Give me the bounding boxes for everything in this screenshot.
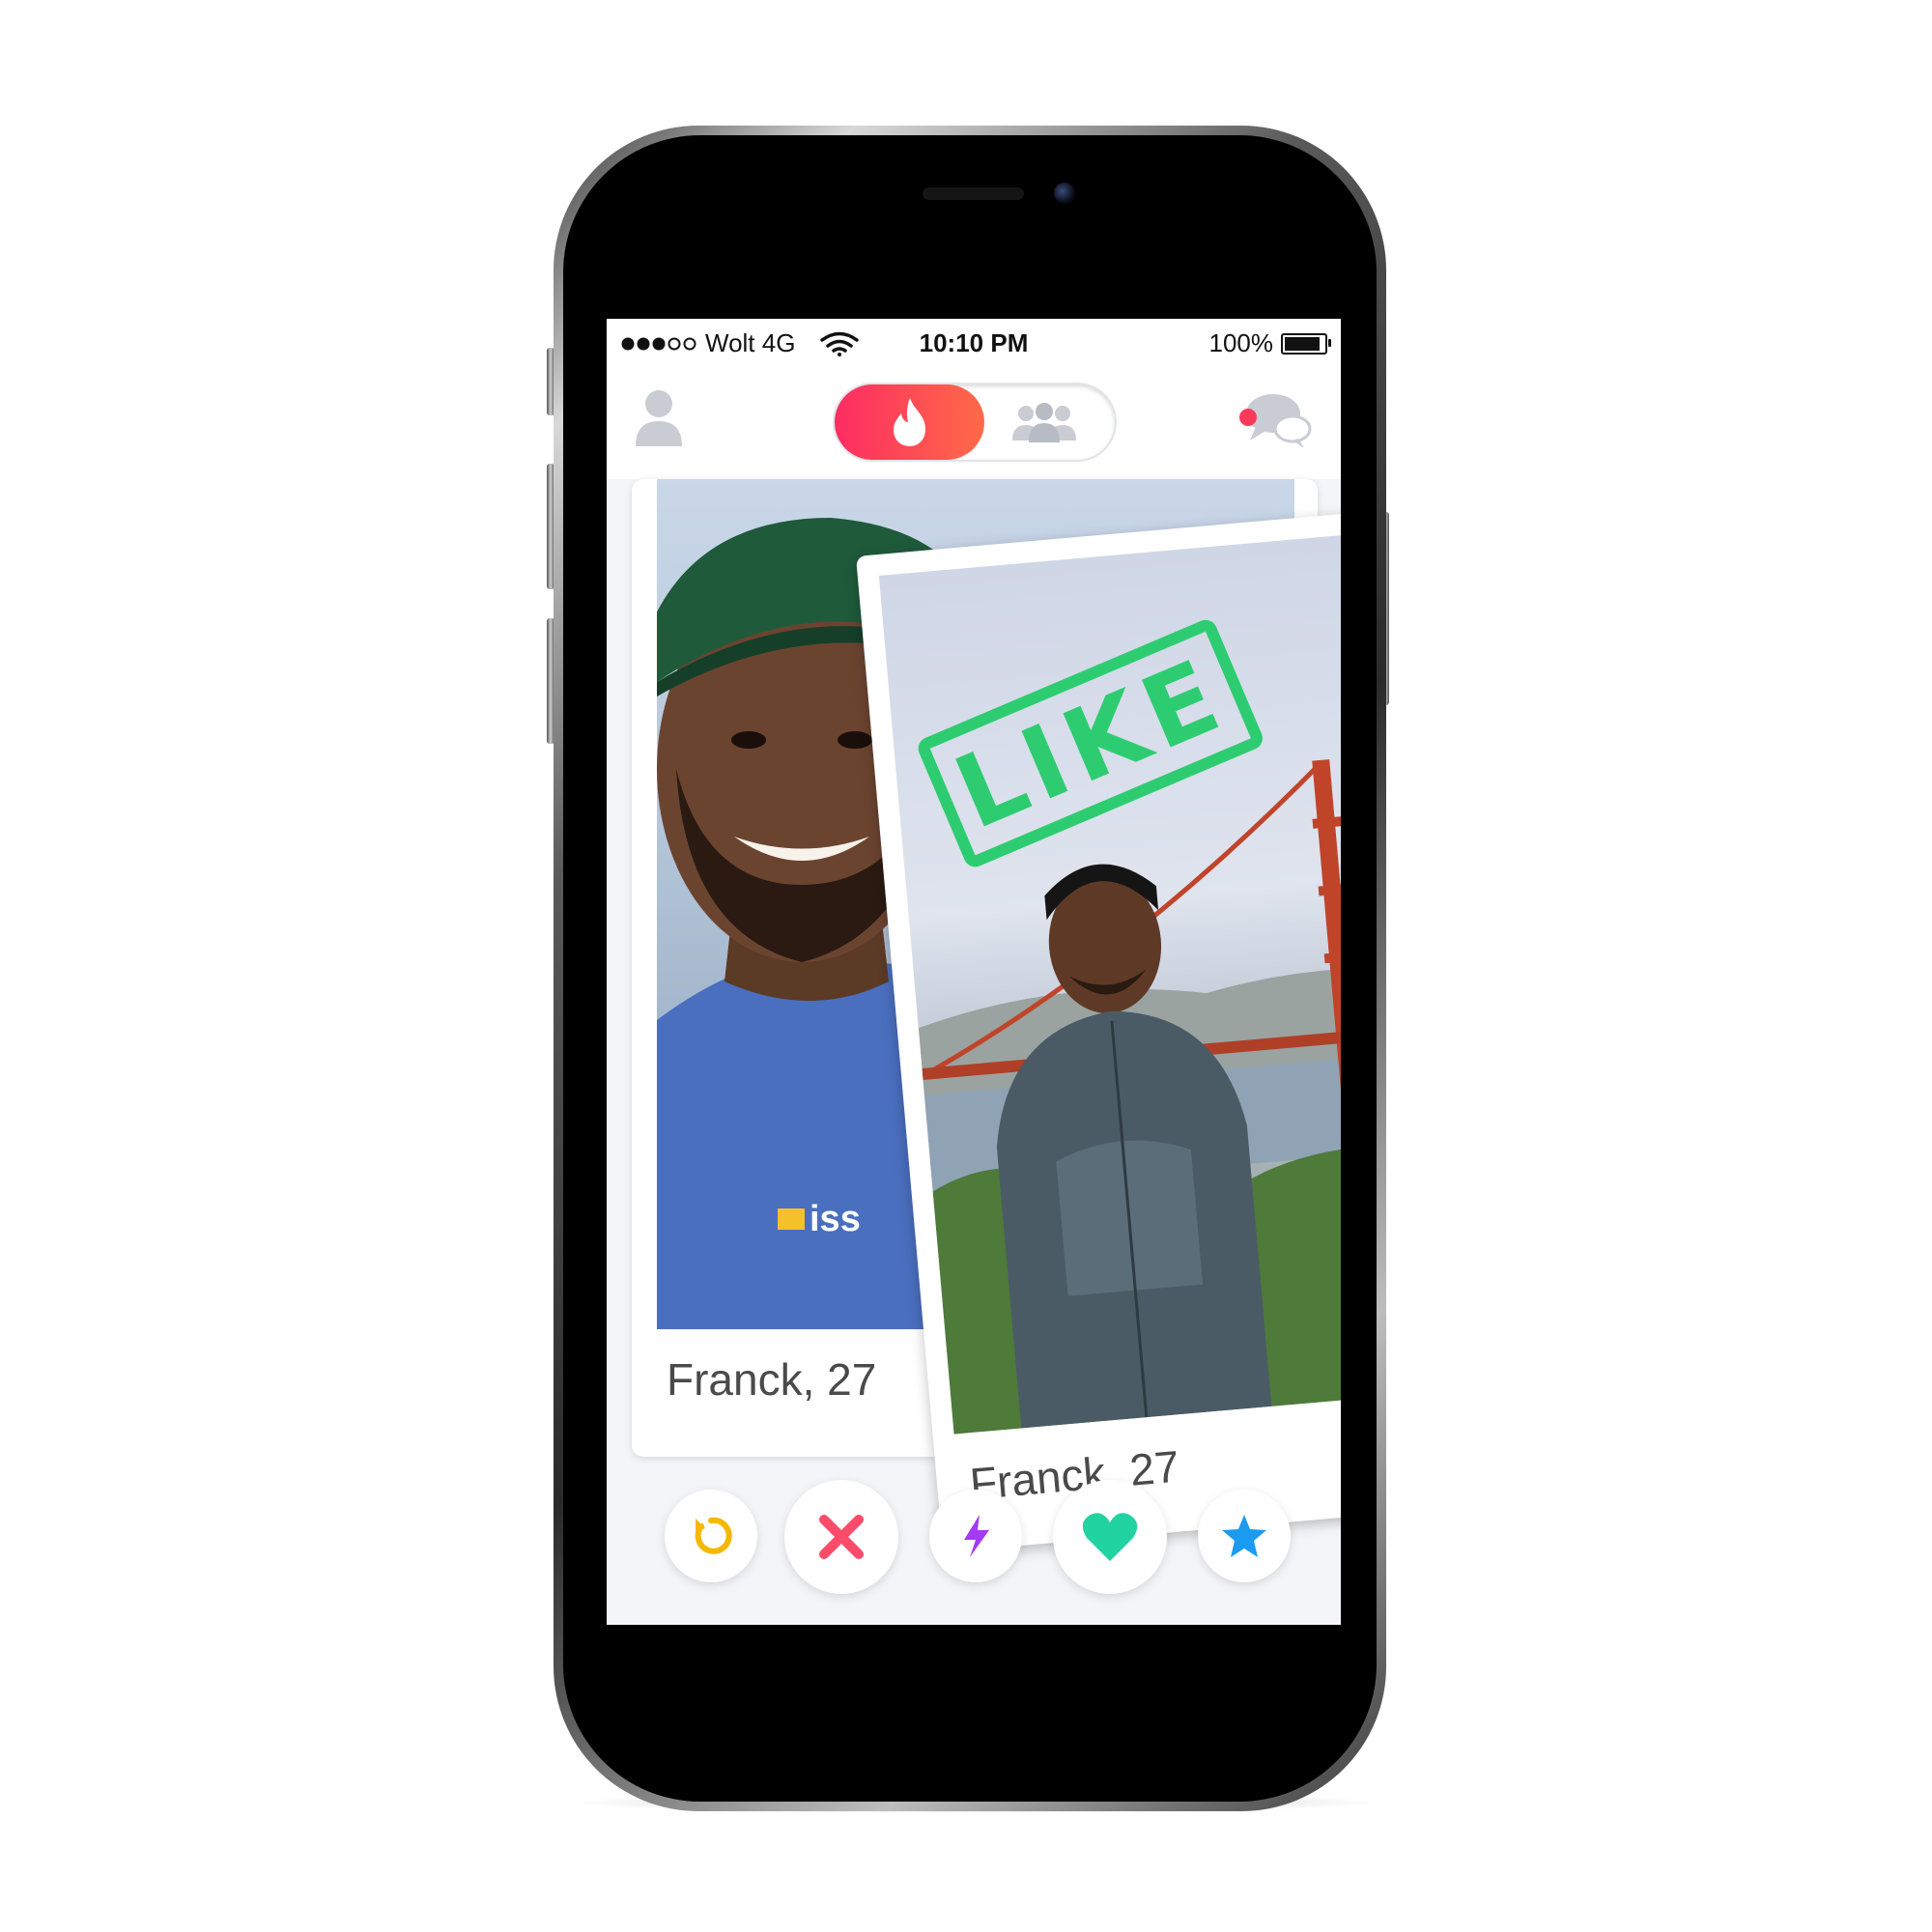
nope-button[interactable] bbox=[784, 1480, 898, 1594]
social-group-icon[interactable] bbox=[1010, 402, 1078, 442]
flame-icon bbox=[894, 398, 925, 446]
like-button[interactable] bbox=[1053, 1480, 1167, 1594]
profile-card-front[interactable]: LIKE Franck, 27 bbox=[856, 503, 1341, 1553]
action-bar bbox=[607, 1474, 1341, 1600]
battery-fill bbox=[1285, 336, 1320, 351]
close-icon bbox=[819, 1515, 864, 1559]
rewind-icon bbox=[695, 1517, 732, 1554]
profile-photo-front: LIKE bbox=[878, 525, 1341, 1435]
star-icon bbox=[1222, 1515, 1266, 1557]
status-bar: Wolt 4G 10:10 PM 100% bbox=[607, 319, 1341, 365]
profile-name-back: Franck, 27 bbox=[667, 1354, 877, 1405]
lightning-icon bbox=[964, 1515, 989, 1557]
messages-icon[interactable] bbox=[1236, 390, 1314, 452]
status-right: 100% bbox=[1208, 328, 1331, 358]
heart-icon bbox=[1082, 1513, 1138, 1561]
mode-toggle[interactable] bbox=[835, 384, 1115, 460]
front-camera bbox=[1054, 183, 1075, 204]
super-like-button[interactable] bbox=[1198, 1490, 1291, 1582]
battery-percent: 100% bbox=[1208, 328, 1274, 357]
top-nav bbox=[607, 365, 1341, 479]
rewind-button[interactable] bbox=[665, 1490, 757, 1582]
boost-button[interactable] bbox=[929, 1490, 1022, 1582]
discovery-tab[interactable] bbox=[835, 384, 984, 460]
earpiece-speaker bbox=[923, 187, 1024, 200]
profile-icon[interactable] bbox=[632, 386, 686, 448]
app-screen: Wolt 4G 10:10 PM 100% iss Franck, 27 LIK… bbox=[607, 319, 1341, 1625]
shirt-logo: iss bbox=[810, 1199, 861, 1239]
battery-icon bbox=[1281, 332, 1331, 355]
